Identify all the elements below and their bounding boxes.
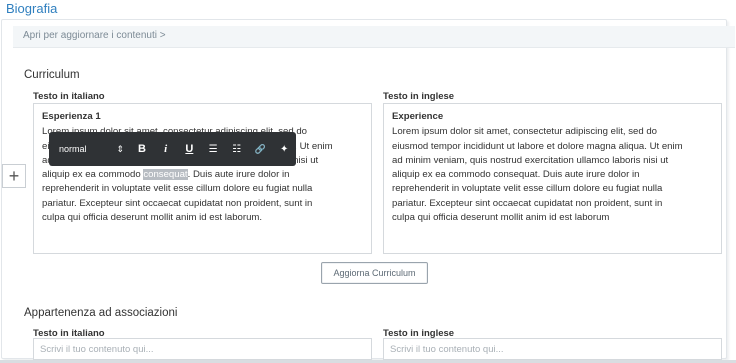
curriculum-label-english: Testo in inglese: [383, 91, 455, 102]
curriculum-heading: Curriculum: [24, 69, 80, 81]
associations-editor-italian[interactable]: Scrivi il tuo contenuto qui...: [33, 338, 372, 360]
editor-line: culpa qui officia deserunt mollit anim i…: [42, 212, 263, 224]
editor-line: eiusmod tempor incididunt ut labore et d…: [392, 140, 683, 152]
format-select[interactable]: normal: [59, 132, 110, 166]
selected-text: consequat: [143, 169, 188, 181]
twitter-icon[interactable]: ✦: [272, 132, 296, 166]
curriculum-editor-italian[interactable]: Esperienza 1 Lorem ipsum dolor sit amet,…: [33, 103, 372, 254]
curriculum-label-italian: Testo in italiano: [33, 91, 105, 102]
editor-line: reprehenderit in voluptate velit esse ci…: [392, 183, 663, 195]
update-curriculum-button[interactable]: Aggiorna Curriculum: [321, 262, 428, 284]
link-icon[interactable]: 🔗: [249, 132, 273, 166]
editor-heading: Esperienza 1: [42, 111, 101, 122]
editor-line: ad minim veniam, quis nostrud exercitati…: [392, 154, 669, 166]
underline-button[interactable]: U: [178, 132, 202, 166]
format-select-arrows-icon[interactable]: ⇕: [110, 132, 130, 166]
curriculum-editor-english[interactable]: Experience Lorem ipsum dolor sit amet, c…: [383, 103, 722, 254]
associations-editor-english[interactable]: Scrivi il tuo contenuto qui...: [383, 338, 722, 360]
ordered-list-icon[interactable]: ☰: [201, 132, 225, 166]
section-title: Biografia: [6, 1, 58, 16]
editor-line: Lorem ipsum dolor sit amet, consectetur …: [392, 126, 658, 138]
editor-line: aliquip ex ea commodo consequat. Duis au…: [392, 169, 640, 181]
italic-button[interactable]: i: [154, 132, 178, 166]
bold-button[interactable]: B: [130, 132, 154, 166]
formatting-toolbar: normal ⇕ B i U ☰ ☷ 🔗 ✦: [49, 132, 296, 166]
associations-heading: Appartenenza ad associazioni: [24, 307, 178, 319]
editor-line: pariatur. Excepteur sint occaecat cupida…: [392, 197, 663, 209]
page: Biografia Apri per aggiornare i contenut…: [0, 0, 736, 363]
editor-text: aliquip ex ea commodo: [42, 169, 144, 181]
editor-line: reprehenderit in voluptate velit esse ci…: [42, 183, 313, 195]
editor-text: . Duis aute irure dolor in: [187, 169, 290, 181]
bullet-list-icon[interactable]: ☷: [225, 132, 249, 166]
add-block-button[interactable]: +: [2, 164, 26, 188]
editor-line: aliquip ex ea commodo consequat. Duis au…: [42, 168, 363, 182]
expand-content-bar[interactable]: Apri per aggiornare i contenuti >: [13, 26, 735, 48]
editor-body: Lorem ipsum dolor sit amet, consectetur …: [392, 125, 713, 225]
editor-line: culpa qui officia deserunt mollit anim i…: [392, 212, 610, 224]
editor-line: pariatur. Excepteur sint occaecat cupida…: [42, 197, 313, 209]
editor-heading: Experience: [392, 111, 444, 122]
